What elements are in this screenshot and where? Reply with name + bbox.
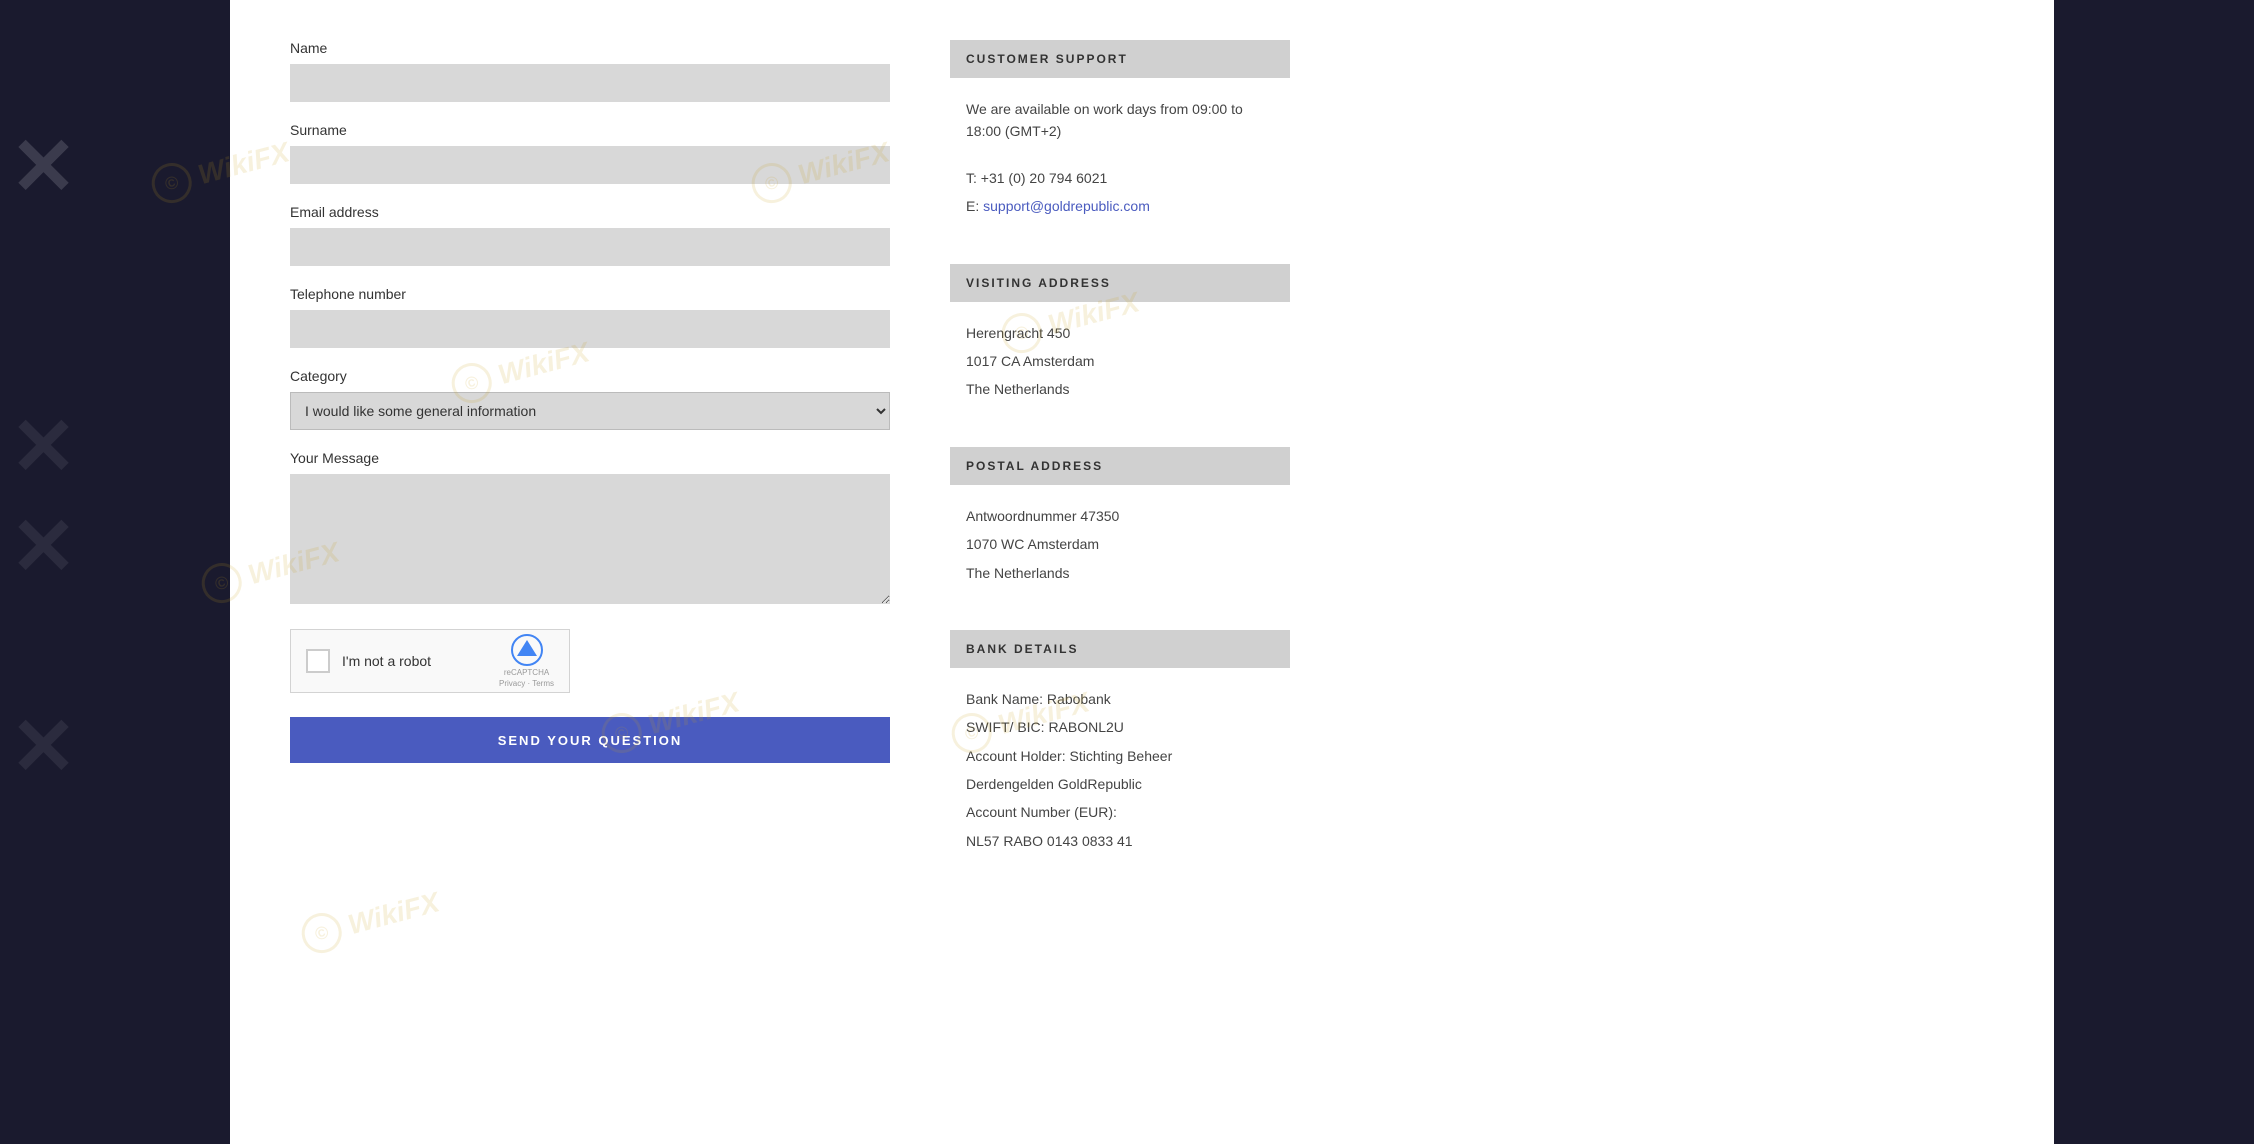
bank-details-panel: BANK DETAILS Bank Name: Rabobank SWIFT/ … [950,630,1290,878]
surname-input[interactable] [290,146,890,184]
visiting-address-line2: 1017 CA Amsterdam [966,350,1274,372]
customer-support-phone: T: +31 (0) 20 794 6021 [966,167,1274,189]
telephone-field-group: Telephone number [290,286,890,348]
decorative-x-3: ✕ [10,700,77,793]
recaptcha-subtext: reCAPTCHA [504,668,549,677]
message-textarea[interactable] [290,474,890,604]
decorative-x-right-2: ✕ [10,500,77,593]
bank-details-header: BANK DETAILS [950,630,1290,668]
message-field-group: Your Message [290,450,890,609]
category-field-group: Category I would like some general infor… [290,368,890,430]
visiting-address-line1: Herengracht 450 [966,322,1274,344]
surname-label: Surname [290,122,890,138]
postal-address-body: Antwoordnummer 47350 1070 WC Amsterdam T… [950,485,1290,610]
category-select[interactable]: I would like some general information I … [290,392,890,430]
visiting-address-header: VISITING ADDRESS [950,264,1290,302]
recaptcha-label: I'm not a robot [342,653,487,669]
telephone-input[interactable] [290,310,890,348]
bank-details-body: Bank Name: Rabobank SWIFT/ BIC: RABONL2U… [950,668,1290,878]
name-input[interactable] [290,64,890,102]
customer-support-body: We are available on work days from 09:00… [950,78,1290,244]
bank-swift: SWIFT/ BIC: RABONL2U [966,716,1274,738]
postal-address-header: POSTAL ADDRESS [950,447,1290,485]
decorative-x-2: ✕ [10,400,77,493]
visiting-address-line3: The Netherlands [966,378,1274,400]
recaptcha-checkbox[interactable] [306,649,330,673]
visiting-address-body: Herengracht 450 1017 CA Amsterdam The Ne… [950,302,1290,427]
bank-account-number-label: Account Number (EUR): [966,801,1274,823]
customer-support-header: CUSTOMER SUPPORT [950,40,1290,78]
name-field-group: Name [290,40,890,102]
main-content: Name Surname Email address Telephone num… [230,0,2054,1144]
bank-account-holder: Account Holder: Stichting Beheer [966,745,1274,767]
postal-address-line3: The Netherlands [966,562,1274,584]
visiting-address-panel: VISITING ADDRESS Herengracht 450 1017 CA… [950,264,1290,427]
email-field-group: Email address [290,204,890,266]
bank-account-number: NL57 RABO 0143 0833 41 [966,830,1274,852]
submit-button[interactable]: SEND YOUR QUESTION [290,717,890,763]
category-label: Category [290,368,890,384]
message-label: Your Message [290,450,890,466]
decorative-x-right: ✕ [10,120,77,213]
recaptcha-logo-icon [511,634,543,666]
email-input[interactable] [290,228,890,266]
customer-support-email: E: support@goldrepublic.com [966,195,1274,217]
name-label: Name [290,40,890,56]
phone-label: T: [966,170,977,186]
phone-number: +31 (0) 20 794 6021 [981,170,1108,186]
right-background: ✕ ✕ [2054,0,2254,1144]
email-label: E: [966,198,979,214]
postal-address-line1: Antwoordnummer 47350 [966,505,1274,527]
customer-support-panel: CUSTOMER SUPPORT We are available on wor… [950,40,1290,244]
bank-account-holder-2: Derdengelden GoldRepublic [966,773,1274,795]
recaptcha-logo-area: reCAPTCHA Privacy · Terms [499,634,554,688]
surname-field-group: Surname [290,122,890,184]
bank-name: Bank Name: Rabobank [966,688,1274,710]
recaptcha-links: Privacy · Terms [499,679,554,688]
contact-form-section: Name Surname Email address Telephone num… [290,40,890,1084]
postal-address-panel: POSTAL ADDRESS Antwoordnummer 47350 1070… [950,447,1290,610]
recaptcha-widget[interactable]: I'm not a robot reCAPTCHA Privacy · Term… [290,629,570,693]
support-email-link[interactable]: support@goldrepublic.com [983,198,1150,214]
email-label: Email address [290,204,890,220]
right-sidebar: CUSTOMER SUPPORT We are available on wor… [950,40,1290,1084]
telephone-label: Telephone number [290,286,890,302]
customer-support-availability: We are available on work days from 09:00… [966,98,1274,143]
postal-address-line2: 1070 WC Amsterdam [966,533,1274,555]
